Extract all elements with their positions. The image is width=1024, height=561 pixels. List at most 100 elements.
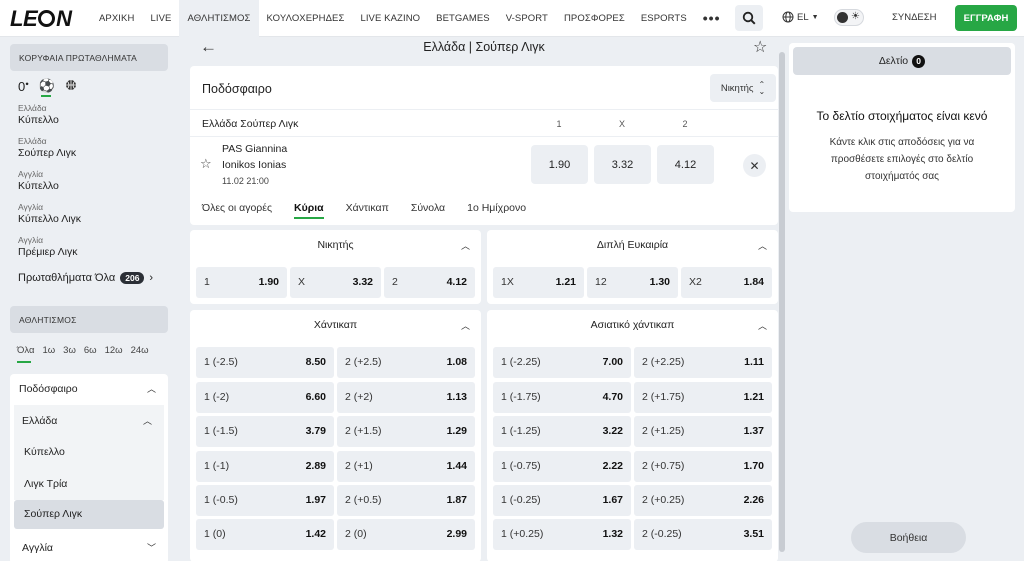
chevron-up-icon[interactable]: ︿ — [758, 239, 767, 252]
nav-home[interactable]: ΑΡΧΙΚΗ — [91, 0, 142, 37]
tab-all-markets[interactable]: Όλες οι αγορές — [202, 202, 272, 219]
odd-button[interactable]: X2 1.84 — [681, 267, 772, 298]
tab-first-half[interactable]: 1ο Ημίχρονο — [467, 202, 526, 219]
odd-button[interactable]: 2 (+1.25) 1.37 — [634, 416, 772, 447]
odd-button[interactable]: 2 (+2.5) 1.08 — [337, 347, 475, 378]
odd-value: 8.50 — [305, 356, 326, 368]
odd-button[interactable]: 1 1.90 — [196, 267, 287, 298]
odd-button[interactable]: 2 4.12 — [384, 267, 475, 298]
top-leagues-header: ΚΟΡΥΦΑΙΑ ΠΡΩΤΑΘΛΗΜΑΤΑ — [10, 44, 168, 71]
tab-handicap[interactable]: Χάντικαπ — [346, 202, 389, 219]
top-league-item[interactable]: Ελλάδα Σούπερ Λιγκ — [18, 136, 76, 159]
top-league-item[interactable]: Αγγλία Κύπελλο Λιγκ — [18, 202, 81, 225]
nav-betgames[interactable]: BETGAMES — [428, 0, 498, 37]
odd-button[interactable]: 1 (-0.5) 1.97 — [196, 485, 334, 516]
odd-button-x[interactable]: 3.32 — [594, 145, 651, 184]
globe-icon — [782, 11, 794, 23]
odd-button[interactable]: 2 (+2.25) 1.11 — [634, 347, 772, 378]
nav-slots[interactable]: ΚΟΥΛΟΧΕΡΗΔΕΣ — [259, 0, 353, 37]
odd-button[interactable]: X 3.32 — [290, 267, 381, 298]
basketball-icon[interactable] — [65, 79, 77, 94]
time-filter-1h[interactable]: 1ω — [42, 345, 55, 356]
odd-button[interactable]: 2 (0) 2.99 — [337, 519, 475, 550]
odd-button[interactable]: 2 (+0.5) 1.87 — [337, 485, 475, 516]
close-icon[interactable]: ✕ — [743, 154, 766, 177]
nav-esports[interactable]: ESPORTS — [633, 0, 695, 37]
odd-button[interactable]: 1 (0) 1.42 — [196, 519, 334, 550]
help-button[interactable]: Βοήθεια — [851, 522, 966, 553]
country-england[interactable]: Αγγλία ﹀ — [10, 534, 168, 561]
nav-live[interactable]: LIVE — [142, 0, 179, 37]
top-league-item[interactable]: Αγγλία Κύπελλο — [18, 169, 59, 192]
chevron-up-icon[interactable]: ︿ — [461, 319, 470, 332]
tab-main[interactable]: Κύρια — [294, 202, 324, 219]
time-filter-12h[interactable]: 12ω — [105, 345, 123, 356]
odd-label: 2 (+2) — [345, 391, 373, 403]
nav-vsport[interactable]: V-SPORT — [498, 0, 556, 37]
league-greece-cup[interactable]: Κύπελλο — [14, 437, 164, 468]
odd-button-2[interactable]: 4.12 — [657, 145, 714, 184]
content-scrollbar[interactable] — [779, 52, 785, 552]
login-link[interactable]: ΣΥΝΔΕΣΗ — [892, 12, 937, 23]
nav-live-casino[interactable]: LIVE ΚΑΖΙΝΟ — [352, 0, 428, 37]
chevron-up-icon[interactable]: ︿ — [461, 239, 470, 252]
league-greece-superleague[interactable]: Σούπερ Λιγκ — [14, 500, 164, 529]
odd-button[interactable]: 2 (+0.25) 2.26 — [634, 485, 772, 516]
betslip-tab[interactable]: Δελτίο 0 — [793, 47, 1011, 75]
odd-button[interactable]: 2 (+1) 1.44 — [337, 451, 475, 482]
league-greece-league3[interactable]: Λιγκ Τρία — [14, 468, 164, 500]
odd-button[interactable]: 2 (+1.5) 1.29 — [337, 416, 475, 447]
odd-value: 1.84 — [743, 276, 764, 288]
league-name: Σούπερ Λιγκ — [18, 147, 77, 159]
match-favorite-star-icon[interactable]: ☆ — [200, 156, 212, 172]
odd-value: 1.67 — [602, 494, 623, 506]
nav-promotions[interactable]: ΠΡΟΣΦΟΡΕΣ — [556, 0, 633, 37]
time-filter-3h[interactable]: 3ω — [63, 345, 76, 356]
odd-button[interactable]: 1 (-1.5) 3.79 — [196, 416, 334, 447]
league-name: Ελλάδα Σούπερ Λιγκ — [202, 118, 299, 130]
time-filter-24h[interactable]: 24ω — [131, 345, 149, 356]
leon-logo[interactable]: LE N — [10, 6, 72, 32]
favorite-star-icon[interactable]: ☆ — [753, 37, 767, 57]
odd-value: 1.30 — [649, 276, 670, 288]
market-dropdown[interactable]: Νικητής ⌃ ⌄ — [710, 74, 776, 102]
league-country: Ελλάδα — [18, 136, 47, 146]
register-button[interactable]: ΕΓΓΡΑΦΗ — [955, 5, 1017, 31]
theme-toggle[interactable]: ☀ — [834, 9, 864, 26]
odd-button[interactable]: 2 (+2) 1.13 — [337, 382, 475, 413]
odd-button[interactable]: 1 (-0.75) 2.22 — [493, 451, 631, 482]
odd-label: X — [298, 276, 306, 288]
live-count[interactable]: 0● — [18, 79, 29, 94]
odd-label: 1 (-1.25) — [501, 425, 541, 437]
odd-button[interactable]: 2 (+0.75) 1.70 — [634, 451, 772, 482]
odd-button[interactable]: 1 (-2.25) 7.00 — [493, 347, 631, 378]
odd-button[interactable]: 1 (+0.25) 1.32 — [493, 519, 631, 550]
football-icon[interactable]: ⚽ — [39, 78, 55, 94]
chevron-up-icon[interactable]: ︿ — [758, 319, 767, 332]
odd-button-1[interactable]: 1.90 — [531, 145, 588, 184]
odd-button[interactable]: 1X 1.21 — [493, 267, 584, 298]
odd-button[interactable]: 2 (+1.75) 1.21 — [634, 382, 772, 413]
all-leagues-link[interactable]: Πρωταθλήματα Όλα 206 › — [18, 272, 153, 284]
top-league-item[interactable]: Ελλάδα Κύπελλο — [18, 103, 59, 126]
odd-button[interactable]: 1 (-1) 2.89 — [196, 451, 334, 482]
betslip-count-badge: 0 — [912, 54, 926, 68]
odd-button[interactable]: 1 (-2) 6.60 — [196, 382, 334, 413]
odd-label: 1 (-1.75) — [501, 391, 541, 403]
more-menu-icon[interactable]: ••• — [695, 0, 729, 37]
search-button[interactable] — [735, 5, 763, 31]
odd-button[interactable]: 1 (-1.25) 3.22 — [493, 416, 631, 447]
time-filter-all[interactable]: Όλα — [17, 345, 34, 356]
odd-button[interactable]: 12 1.30 — [587, 267, 678, 298]
top-league-item[interactable]: Αγγλία Πρέμιερ Λιγκ — [18, 235, 77, 258]
odd-button[interactable]: 2 (-0.25) 3.51 — [634, 519, 772, 550]
time-filter-6h[interactable]: 6ω — [84, 345, 97, 356]
tab-totals[interactable]: Σύνολα — [411, 202, 445, 219]
odd-button[interactable]: 1 (-0.25) 1.67 — [493, 485, 631, 516]
sport-football[interactable]: Ποδόσφαιρο ︿ — [10, 374, 168, 405]
language-selector[interactable]: EL ▼ — [782, 11, 819, 23]
nav-sports[interactable]: ΑΘΛΗΤΙΣΜΟΣ — [179, 0, 259, 37]
odd-button[interactable]: 1 (-1.75) 4.70 — [493, 382, 631, 413]
country-greece[interactable]: Ελλάδα ︿ — [14, 405, 164, 437]
odd-button[interactable]: 1 (-2.5) 8.50 — [196, 347, 334, 378]
